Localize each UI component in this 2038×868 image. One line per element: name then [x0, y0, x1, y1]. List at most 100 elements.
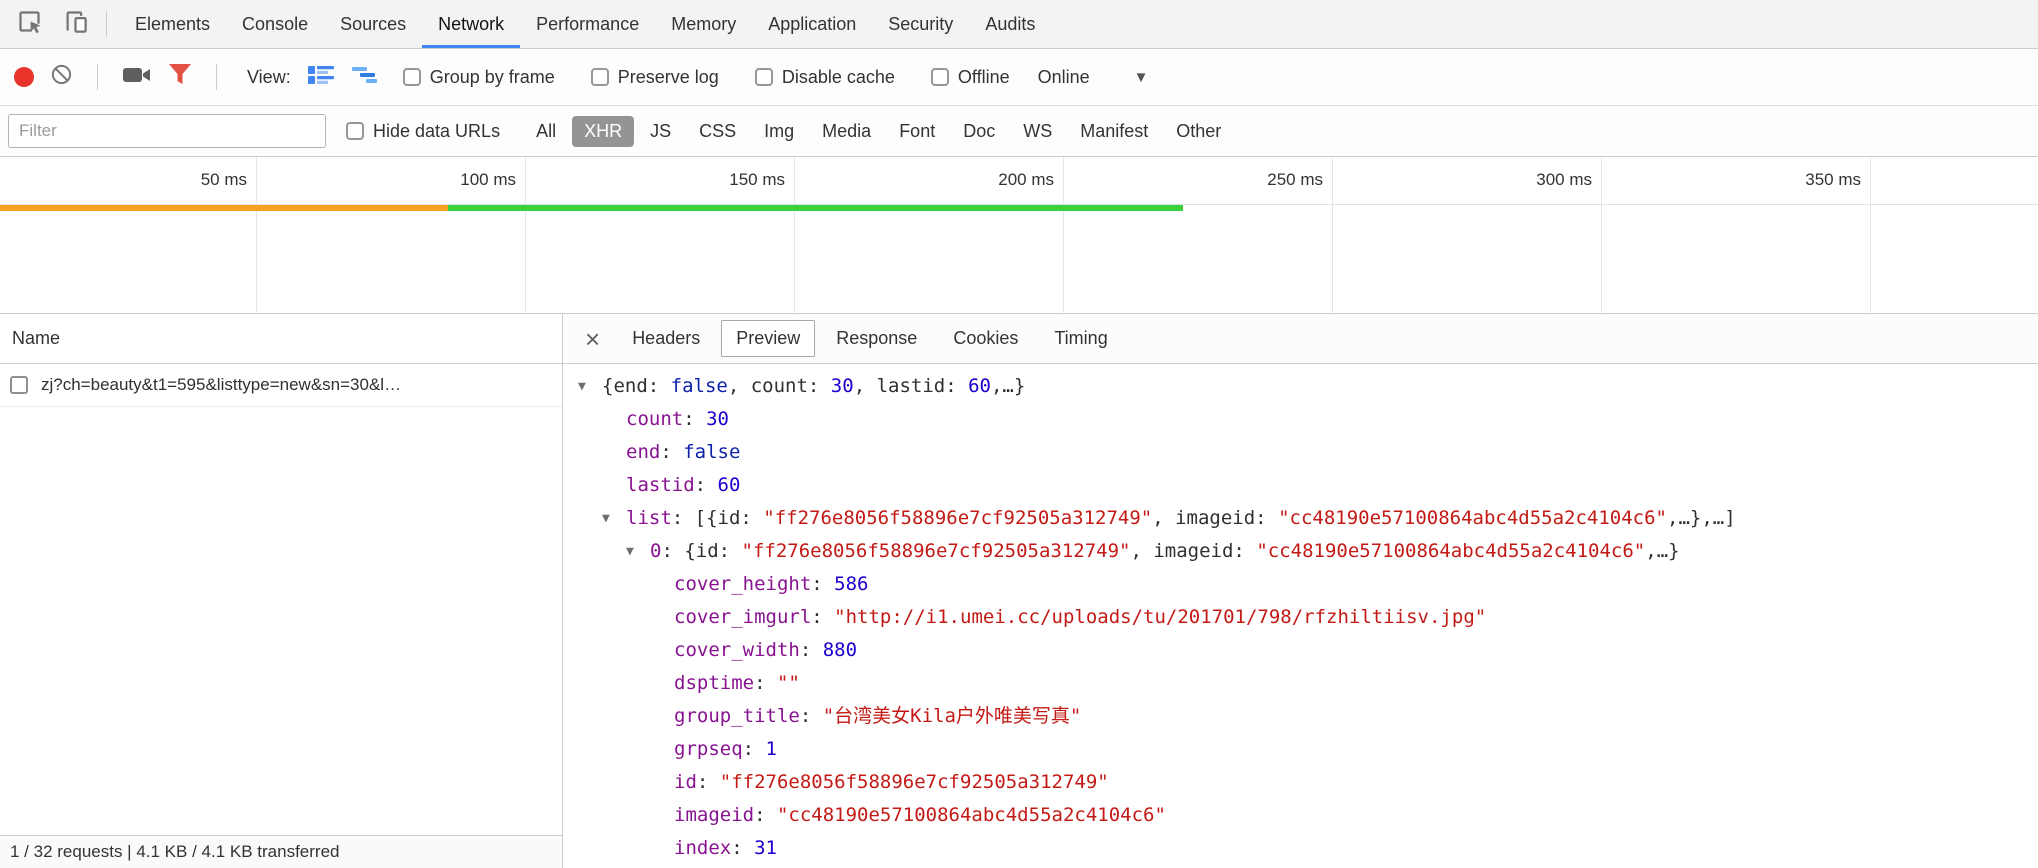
checkbox-box[interactable] — [346, 122, 364, 140]
filter-type-ws[interactable]: WS — [1011, 116, 1064, 147]
show-overview-button[interactable] — [351, 63, 379, 92]
network-overview-timeline[interactable]: 50 ms100 ms150 ms200 ms250 ms300 ms350 m… — [0, 157, 2038, 314]
name-column-header[interactable]: Name — [0, 314, 562, 364]
record-button[interactable] — [14, 67, 34, 87]
token-plain: : — [754, 804, 777, 826]
tab-sources[interactable]: Sources — [324, 0, 422, 48]
detail-tab-cookies[interactable]: Cookies — [938, 320, 1033, 357]
tree-row[interactable]: index: 31 — [563, 832, 2038, 865]
tree-row[interactable]: ▼list: [{id: "ff276e8056f58896e7cf92505a… — [563, 502, 2038, 535]
token-plain: : — [754, 672, 777, 694]
filter-input[interactable] — [8, 114, 326, 148]
checkbox-label: Group by frame — [430, 67, 555, 88]
token-plain: , lastid: — [854, 375, 968, 397]
large-request-rows-button[interactable] — [307, 63, 335, 92]
clear-icon — [50, 63, 73, 91]
tree-row[interactable]: id: "ff276e8056f58896e7cf92505a312749" — [563, 766, 2038, 799]
tree-row[interactable]: group_title: "台湾美女Kila户外唯美写真" — [563, 700, 2038, 733]
token-num: 30 — [706, 408, 729, 430]
tab-security[interactable]: Security — [872, 0, 969, 48]
timeline-label: 350 ms — [1805, 170, 1870, 190]
name-column-label: Name — [12, 328, 60, 349]
detail-tab-timing[interactable]: Timing — [1039, 320, 1122, 357]
tab-console[interactable]: Console — [226, 0, 324, 48]
checkbox-label: Hide data URLs — [373, 121, 500, 142]
detail-tab-headers[interactable]: Headers — [617, 320, 715, 357]
expand-arrow-icon[interactable]: ▼ — [626, 535, 650, 568]
tree-row[interactable]: lastid: 60 — [563, 469, 2038, 502]
request-row[interactable]: zj?ch=beauty&t1=595&listtype=new&sn=30&l… — [0, 364, 562, 407]
capture-screenshots-button[interactable] — [122, 63, 152, 92]
tab-performance[interactable]: Performance — [520, 0, 655, 48]
throttling-select[interactable]: Online ▼ — [1038, 67, 1149, 88]
filter-type-manifest[interactable]: Manifest — [1068, 116, 1160, 147]
token-plain: , count: — [728, 375, 831, 397]
timeline-label: 150 ms — [729, 170, 794, 190]
timeline-label: 250 ms — [1267, 170, 1332, 190]
filter-type-js[interactable]: JS — [638, 116, 683, 147]
tree-row[interactable]: grpseq: 1 — [563, 733, 2038, 766]
device-toolbar-button[interactable] — [52, 4, 98, 44]
tab-audits[interactable]: Audits — [969, 0, 1051, 48]
token-str: "cc48190e57100864abc4d55a2c4104c6" — [777, 804, 1166, 826]
filter-type-all[interactable]: All — [524, 116, 568, 147]
tree-row[interactable]: end: false — [563, 436, 2038, 469]
network-toolbar: View: Group b — [0, 49, 2038, 106]
network-main-area: Name zj?ch=beauty&t1=595&listtype=new&sn… — [0, 314, 2038, 868]
separator — [216, 64, 217, 90]
tree-row[interactable]: dsptime: "" — [563, 667, 2038, 700]
checkbox-hide-data-urls[interactable]: Hide data URLs — [346, 121, 500, 142]
timeline-gridline — [1063, 157, 1064, 313]
checkbox-offline[interactable]: Offline — [931, 67, 1010, 88]
checkbox-group-by-frame[interactable]: Group by frame — [403, 67, 555, 88]
close-icon[interactable]: × — [571, 326, 614, 352]
inspect-cursor-icon — [16, 8, 43, 40]
filter-type-css[interactable]: CSS — [687, 116, 748, 147]
inspect-element-button[interactable] — [6, 4, 52, 44]
token-num: 1 — [766, 738, 777, 760]
filter-type-media[interactable]: Media — [810, 116, 883, 147]
checkbox-box[interactable] — [403, 68, 421, 86]
separator — [97, 64, 98, 90]
tab-elements[interactable]: Elements — [119, 0, 226, 48]
tree-row[interactable]: cover_height: 586 — [563, 568, 2038, 601]
tree-row[interactable]: imageid: "cc48190e57100864abc4d55a2c4104… — [563, 799, 2038, 832]
checkbox-box[interactable] — [755, 68, 773, 86]
detail-tab-preview[interactable]: Preview — [721, 320, 815, 357]
checkbox-label: Disable cache — [782, 67, 895, 88]
checkbox-box[interactable] — [931, 68, 949, 86]
tab-application[interactable]: Application — [752, 0, 872, 48]
token-str: "cc48190e57100864abc4d55a2c4104c6" — [1278, 507, 1667, 529]
filter-type-other[interactable]: Other — [1164, 116, 1233, 147]
expand-arrow-icon[interactable]: ▼ — [602, 502, 626, 535]
filter-type-xhr[interactable]: XHR — [572, 116, 634, 147]
checkbox-preserve-log[interactable]: Preserve log — [591, 67, 719, 88]
tree-row[interactable]: cover_width: 880 — [563, 634, 2038, 667]
filter-toggle-button[interactable] — [168, 63, 192, 91]
chevron-down-icon: ▼ — [1134, 69, 1149, 86]
token-name: 0 — [650, 540, 661, 562]
checkbox-disable-cache[interactable]: Disable cache — [755, 67, 895, 88]
expand-arrow-icon[interactable]: ▼ — [578, 370, 602, 403]
filter-type-doc[interactable]: Doc — [951, 116, 1007, 147]
token-name: count — [626, 408, 683, 430]
detail-tab-response[interactable]: Response — [821, 320, 932, 357]
tree-row[interactable]: ▼0: {id: "ff276e8056f58896e7cf92505a3127… — [563, 535, 2038, 568]
tab-memory[interactable]: Memory — [655, 0, 752, 48]
tree-row[interactable]: cover_imgurl: "http://i1.umei.cc/uploads… — [563, 601, 2038, 634]
token-plain: : — [743, 738, 766, 760]
device-toolbar-icon — [62, 8, 89, 40]
token-name: cover_height — [674, 573, 811, 595]
tree-row[interactable]: count: 30 — [563, 403, 2038, 436]
clear-button[interactable] — [50, 63, 73, 91]
tree-row[interactable]: ▼{end: false, count: 30, lastid: 60,…} — [563, 370, 2038, 403]
request-checkbox[interactable] — [10, 376, 28, 394]
filter-type-img[interactable]: Img — [752, 116, 806, 147]
tab-network[interactable]: Network — [422, 0, 520, 48]
checkbox-box[interactable] — [591, 68, 609, 86]
json-preview-tree: ▼{end: false, count: 30, lastid: 60,…}co… — [563, 364, 2038, 868]
filter-type-font[interactable]: Font — [887, 116, 947, 147]
token-name: grpseq — [674, 738, 743, 760]
token-num: 60 — [718, 474, 741, 496]
panel-tabs: ElementsConsoleSourcesNetworkPerformance… — [119, 0, 1051, 48]
